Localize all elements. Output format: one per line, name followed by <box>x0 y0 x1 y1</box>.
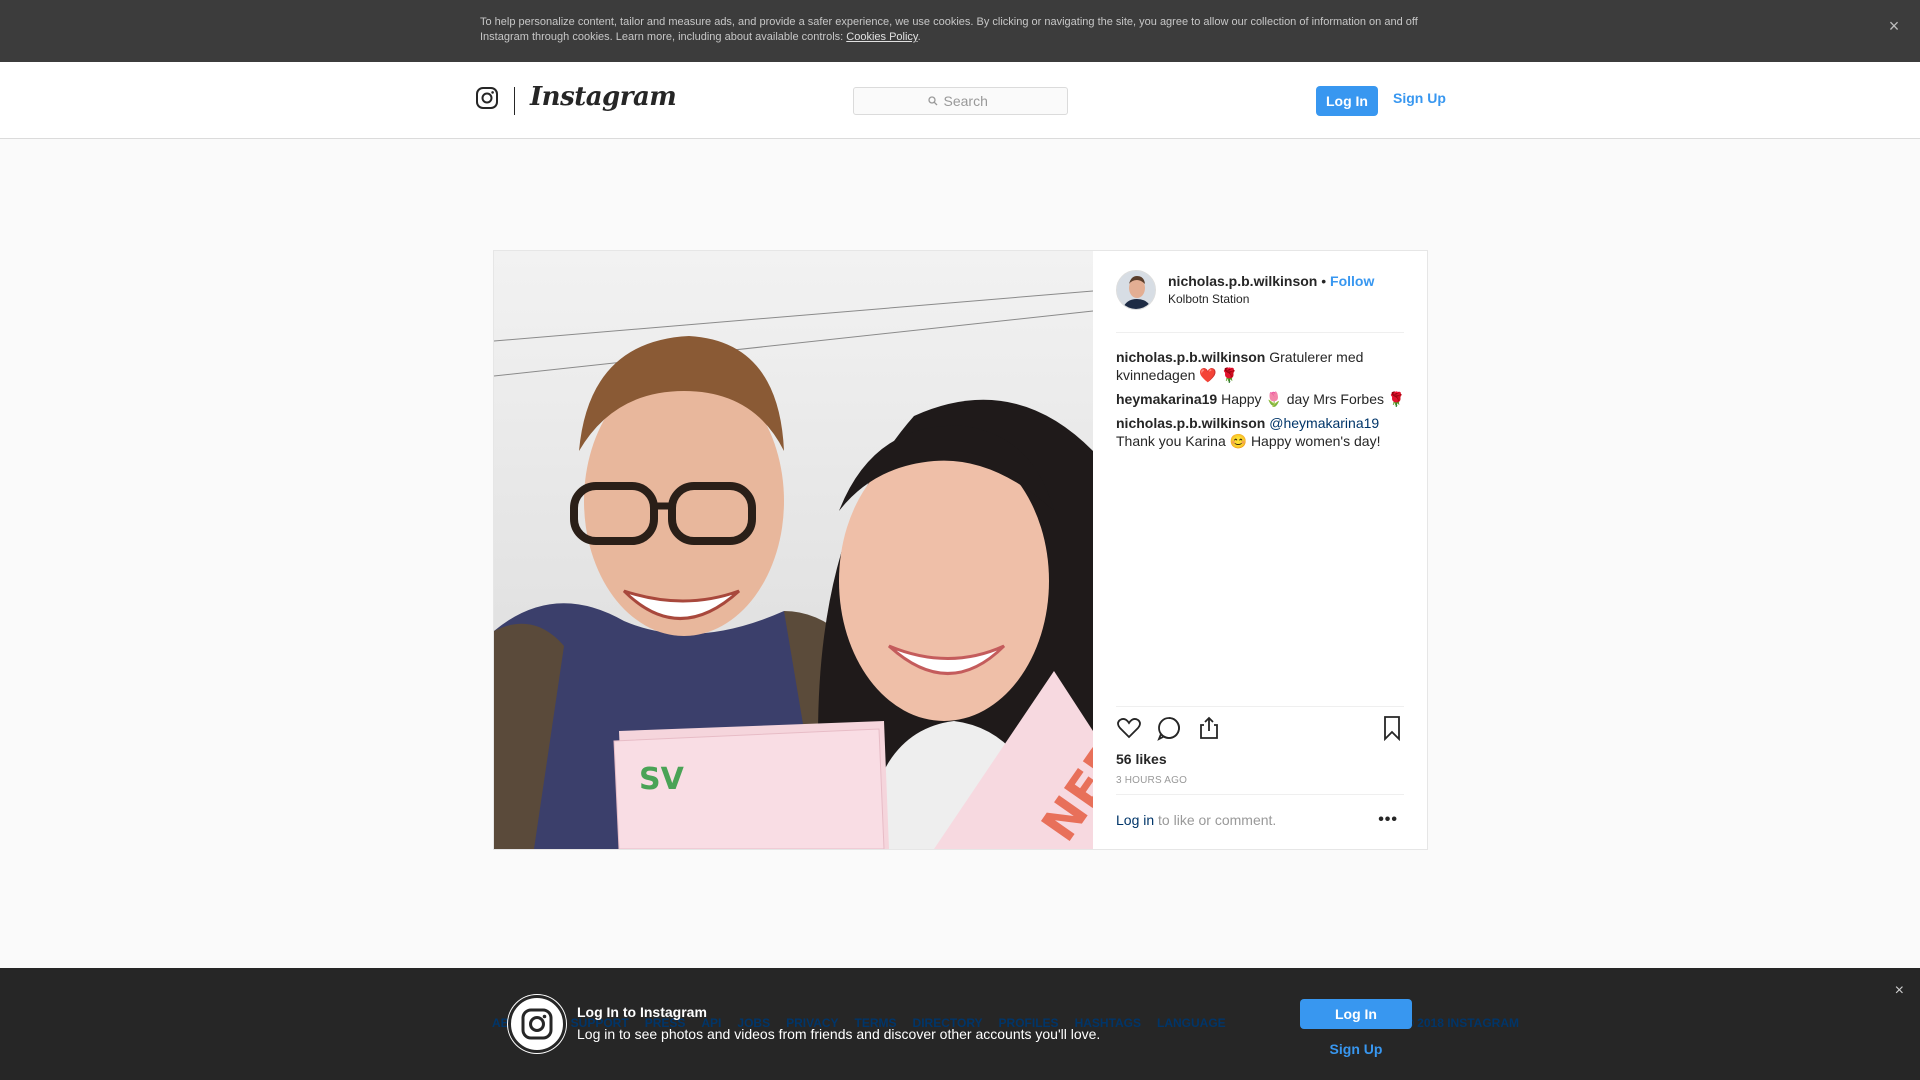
likes-count[interactable]: 56 likes <box>1116 751 1167 767</box>
comment: nicholas.p.b.wilkinson @heymakarina19 Th… <box>1116 414 1406 450</box>
more-options-icon[interactable]: ••• <box>1378 811 1398 829</box>
comment-username[interactable]: heymakarina19 <box>1116 391 1217 407</box>
photo-illustration: SV NER <box>494 251 1093 849</box>
top-navigation: Instagram Log In Sign Up <box>0 62 1920 139</box>
location-link[interactable]: Kolbotn Station <box>1168 292 1249 306</box>
heart-icon[interactable] <box>1116 715 1142 741</box>
instagram-logo-icon <box>508 995 566 1053</box>
author-username[interactable]: nicholas.p.b.wilkinson <box>1168 273 1317 289</box>
comment-text: Happy 🌷 day Mrs Forbes 🌹 <box>1217 391 1406 407</box>
search-input[interactable] <box>943 93 994 109</box>
logo-divider <box>514 87 515 115</box>
post-timestamp: 3 HOURS AGO <box>1116 775 1188 786</box>
close-icon[interactable]: × <box>1895 982 1904 1000</box>
share-icon[interactable] <box>1196 715 1222 741</box>
comment-icon[interactable] <box>1156 715 1182 741</box>
comments-list: nicholas.p.b.wilkinson Gratulerer med kv… <box>1116 348 1406 456</box>
follow-button[interactable]: Follow <box>1330 273 1374 289</box>
modal-login-button[interactable]: Log In <box>1300 999 1412 1029</box>
footer-copyright: © 2018 INSTAGRAM <box>1405 1016 1519 1030</box>
instagram-wordmark[interactable]: Instagram <box>530 82 677 112</box>
login-link[interactable]: Log in <box>1116 812 1154 828</box>
photo-sign-text: SV <box>639 762 685 797</box>
comment: heymakarina19 Happy 🌷 day Mrs Forbes 🌹 <box>1116 390 1406 408</box>
footer-link[interactable]: LANGUAGE <box>1157 1016 1226 1030</box>
login-prompt-text: to like or comment. <box>1154 812 1277 828</box>
modal-title: Log In to Instagram <box>577 1004 707 1020</box>
cookie-trailing: . <box>917 31 921 43</box>
signup-link[interactable]: Sign Up <box>1393 90 1446 106</box>
avatar[interactable] <box>1116 270 1156 310</box>
comment-mention[interactable]: @heymakarina19 <box>1269 415 1379 431</box>
post-photo[interactable]: SV NER <box>494 251 1093 849</box>
modal-subtitle: Log in to see photos and videos from fri… <box>577 1026 1101 1042</box>
post-header: nicholas.p.b.wilkinson • Follow Kolbotn … <box>1116 270 1404 333</box>
cookie-message: To help personalize content, tailor and … <box>480 16 1418 43</box>
post-card: SV NER nicholas.p.b.wilkinson • Follow K… <box>493 250 1428 850</box>
comment-username[interactable]: nicholas.p.b.wilkinson <box>1116 349 1265 365</box>
post-sidebar: nicholas.p.b.wilkinson • Follow Kolbotn … <box>1093 251 1427 849</box>
comment-text: Thank you Karina 😊 Happy women's day! <box>1116 433 1381 449</box>
instagram-camera-icon[interactable] <box>475 86 499 110</box>
cookie-banner: To help personalize content, tailor and … <box>0 0 1920 62</box>
separator-dot: • <box>1317 273 1331 289</box>
post-actions: 56 likes 3 HOURS AGO Log in to like or c… <box>1116 706 1404 846</box>
search-icon <box>927 96 937 106</box>
author-line: nicholas.p.b.wilkinson • Follow <box>1168 273 1374 289</box>
bookmark-icon[interactable] <box>1380 715 1404 741</box>
cookie-text: To help personalize content, tailor and … <box>480 15 1440 45</box>
modal-signup-link[interactable]: Sign Up <box>1300 1041 1412 1057</box>
login-to-comment: Log in to like or comment. ••• <box>1116 794 1404 844</box>
login-button[interactable]: Log In <box>1316 86 1378 116</box>
action-icons <box>1116 715 1404 745</box>
cookies-policy-link[interactable]: Cookies Policy <box>846 31 917 43</box>
comment-username[interactable]: nicholas.p.b.wilkinson <box>1116 415 1265 431</box>
login-bottom-bar: ABOUT US SUPPORT PRESS API JOBS PRIVACY … <box>0 968 1920 1080</box>
search-box[interactable] <box>853 87 1068 115</box>
comment: nicholas.p.b.wilkinson Gratulerer med kv… <box>1116 348 1406 384</box>
close-icon[interactable]: × <box>1884 16 1904 36</box>
